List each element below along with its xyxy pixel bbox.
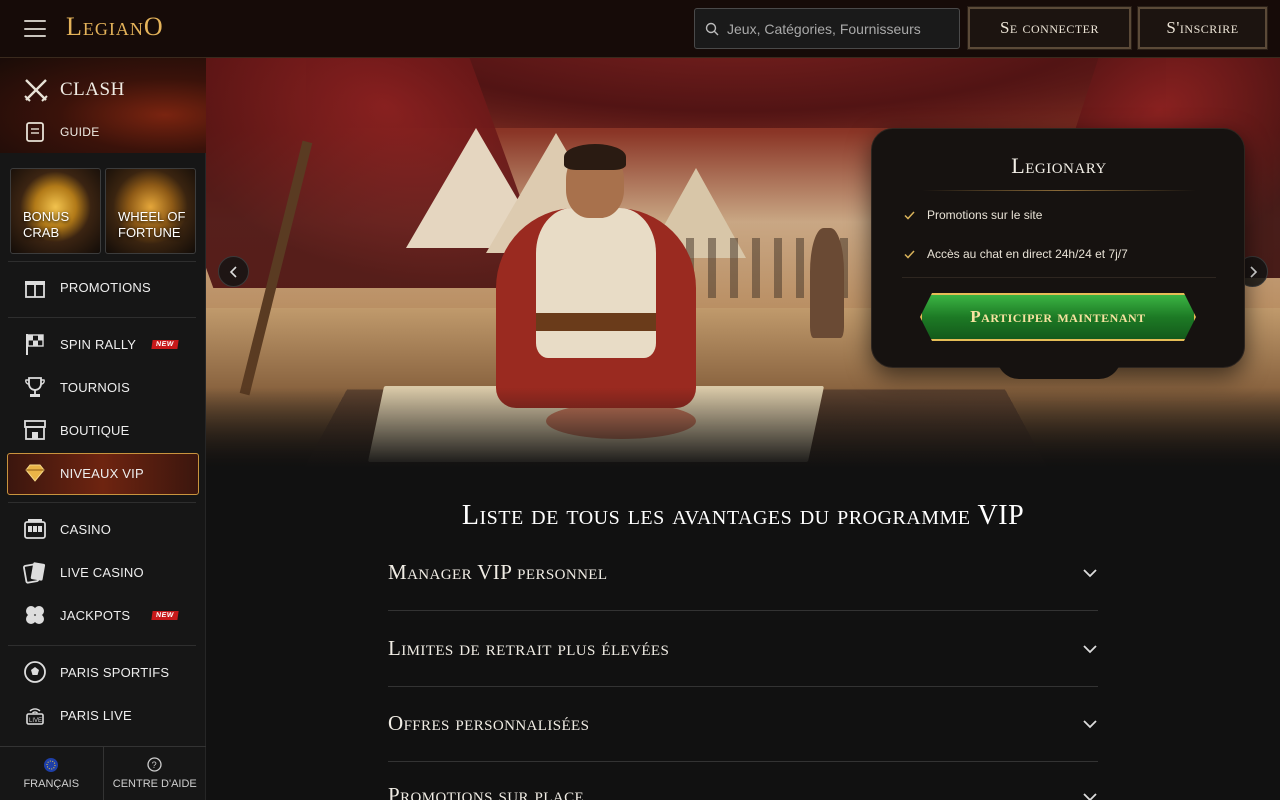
top-header: LegianO Se connecter S'inscrire <box>0 0 1280 58</box>
sidebar-item-label: PARIS SPORTIFS <box>60 664 170 680</box>
carousel-prev-button[interactable] <box>218 256 249 287</box>
chevron-left-icon <box>229 265 237 278</box>
search-box[interactable] <box>694 8 960 49</box>
sidebar-item-niveaux-vip[interactable]: NIVEAUX VIP <box>22 458 144 488</box>
slot-machine-icon <box>24 519 46 539</box>
benefit-accordion-item[interactable]: Promotions sur place <box>388 762 1098 800</box>
help-center-link[interactable]: ? CENTRE D'AIDE <box>104 747 207 800</box>
new-badge: NEW <box>151 340 179 349</box>
guide-link[interactable]: GUIDE <box>22 120 100 144</box>
sidebar-item-jackpots[interactable]: JACKPOTS <box>22 600 130 630</box>
sidebar-item-label: PROMOTIONS <box>60 279 151 295</box>
sidebar-item-promotions[interactable]: PROMOTIONS <box>22 272 151 302</box>
divider <box>8 317 196 318</box>
svg-text:?: ? <box>152 760 157 770</box>
perk-label: Accès au chat en direct 24h/24 et 7j/7 <box>927 247 1128 261</box>
chevron-down-icon <box>1083 568 1097 577</box>
sidebar-item-label: CASINO <box>60 521 112 537</box>
clash-panel: CLASH GUIDE <box>0 58 206 153</box>
sidebar-item-boutique[interactable]: BOUTIQUE <box>22 415 130 445</box>
level-title: Legionary <box>1011 153 1107 178</box>
benefit-label: Offres personnalisées <box>388 711 590 735</box>
hero-banner: Legionary Promotions sur le site Accès a… <box>206 58 1280 468</box>
benefit-label: Limites de retrait plus élevées <box>388 636 670 660</box>
crossed-swords-icon <box>24 79 48 102</box>
login-button[interactable]: Se connecter <box>967 6 1132 50</box>
sidebar-item-label: NIVEAUX VIP <box>60 465 144 481</box>
clash-label: CLASH <box>60 79 125 100</box>
divider <box>8 502 196 503</box>
sidebar-item-paris-live[interactable]: LIVE PARIS LIVE <box>22 700 132 730</box>
language-selector[interactable]: FRANÇAIS <box>0 747 104 800</box>
participate-now-button[interactable]: Participer maintenant <box>920 293 1196 341</box>
sidebar-item-label: JACKPOTS <box>60 607 131 623</box>
chevron-down-icon <box>1083 793 1097 800</box>
benefit-accordion-item[interactable]: Manager VIP personnel <box>388 535 1098 611</box>
sidebar-item-tournois[interactable]: TOURNOIS <box>22 372 130 402</box>
gift-icon <box>25 281 45 298</box>
benefit-accordion-item[interactable]: Offres personnalisées <box>388 686 1098 762</box>
hero-fade <box>206 388 1280 468</box>
trophy-icon <box>25 377 45 397</box>
help-icon: ? <box>147 757 162 772</box>
perk-item: Accès au chat en direct 24h/24 et 7j/7 <box>904 247 1128 261</box>
hero-illustration-soldier <box>810 228 844 338</box>
divider <box>8 645 196 646</box>
search-icon <box>705 22 719 35</box>
wheel-of-fortune-tile[interactable]: WHEEL OF FORTUNE <box>105 168 196 254</box>
card-tail <box>997 357 1121 379</box>
clover-icon <box>26 606 44 624</box>
language-label: FRANÇAIS <box>23 777 80 790</box>
register-button[interactable]: S'inscrire <box>1137 6 1268 50</box>
search-input[interactable] <box>727 20 957 37</box>
bonus-crab-tile[interactable]: BONUS CRAB <box>10 168 101 254</box>
svg-text:LIVE: LIVE <box>29 718 42 724</box>
clash-link[interactable]: CLASH <box>22 76 125 104</box>
perk-label: Promotions sur le site <box>927 208 1043 222</box>
chevron-down-icon <box>1083 644 1097 653</box>
sidebar-item-casino[interactable]: CASINO <box>22 514 111 544</box>
benefit-label: Promotions sur place <box>388 783 585 800</box>
vip-level-card: Legionary Promotions sur le site Accès a… <box>871 128 1245 379</box>
chevron-down-icon <box>1083 719 1097 728</box>
hero-illustration-legionary <box>476 144 706 408</box>
cards-icon <box>23 562 46 584</box>
menu-icon[interactable] <box>24 20 46 37</box>
guide-label: GUIDE <box>60 125 100 139</box>
sidebar: CLASH GUIDE BONUS CRAB WHEEL OF FORTUNE PR… <box>0 58 206 800</box>
benefit-accordion-item[interactable]: Limites de retrait plus élevées <box>388 611 1098 687</box>
sidebar-item-label: TOURNOIS <box>60 379 130 395</box>
diamond-icon <box>25 464 45 482</box>
chevron-right-icon <box>1249 265 1257 278</box>
live-broadcast-icon: LIVE <box>26 708 44 725</box>
check-icon <box>904 210 915 220</box>
check-icon <box>904 249 915 259</box>
checkered-flag-icon <box>26 334 44 355</box>
divider <box>902 277 1216 278</box>
divider <box>922 190 1196 191</box>
eu-flag-icon <box>44 757 59 772</box>
site-logo[interactable]: LegianO <box>66 12 164 42</box>
sidebar-item-label: BOUTIQUE <box>60 422 130 438</box>
sidebar-item-paris-sportifs[interactable]: PARIS SPORTIFS <box>22 657 169 687</box>
sidebar-footer: FRANÇAIS ? CENTRE D'AIDE <box>0 746 206 800</box>
sidebar-item-spin-rally[interactable]: SPIN RALLY <box>22 329 136 359</box>
tile-label: WHEEL OF FORTUNE <box>118 209 186 240</box>
scroll-icon <box>26 122 44 142</box>
shop-icon <box>24 420 46 440</box>
sidebar-item-label: PARIS LIVE <box>60 707 132 723</box>
divider <box>8 261 196 262</box>
benefits-title: Liste de tous les avantages du programme… <box>461 500 1025 531</box>
feature-tiles: BONUS CRAB WHEEL OF FORTUNE <box>10 168 196 254</box>
perk-item: Promotions sur le site <box>904 208 1042 222</box>
benefit-label: Manager VIP personnel <box>388 560 608 584</box>
sidebar-item-live-casino[interactable]: LIVE CASINO <box>22 557 144 587</box>
soccer-ball-icon <box>24 661 46 683</box>
new-badge: NEW <box>151 611 179 620</box>
sidebar-item-label: LIVE CASINO <box>60 564 144 580</box>
sidebar-item-label: SPIN RALLY <box>60 336 137 352</box>
tile-label: BONUS CRAB <box>23 209 70 240</box>
help-label: CENTRE D'AIDE <box>112 778 197 790</box>
